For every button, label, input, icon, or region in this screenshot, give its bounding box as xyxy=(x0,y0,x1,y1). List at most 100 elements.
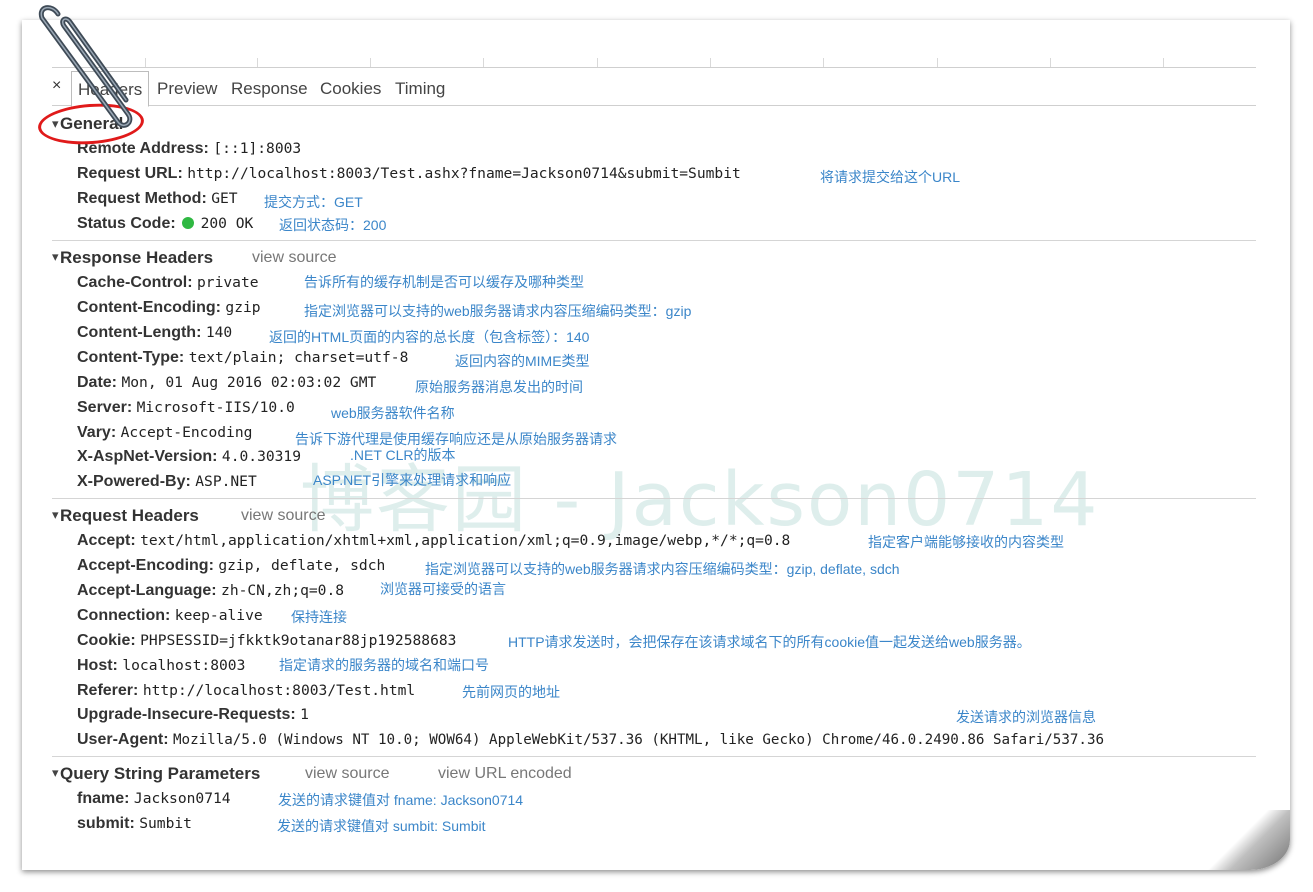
header-value: gzip, deflate, sdch xyxy=(218,557,386,574)
annotation-note: 保持连接 xyxy=(291,609,347,625)
header-value: Mon, 01 Aug 2016 02:03:02 GMT xyxy=(121,374,377,391)
header-key: Cookie: xyxy=(77,632,136,649)
annotation-note: 返回的HTML页面的内容的总长度（包含标签）：140 xyxy=(269,329,590,345)
header-value: gzip xyxy=(225,299,261,316)
tabs-top-border xyxy=(52,67,1256,68)
response-header-row: Content-Length: 140 xyxy=(77,324,232,342)
param-key: submit: xyxy=(77,815,135,832)
annotation-note: HTTP请求发送时，会把保存在该请求域名下的所有cookie值一起发送给web服… xyxy=(508,634,1031,650)
header-key: Status Code: xyxy=(77,215,176,232)
response-header-row: Server: Microsoft-IIS/10.0 xyxy=(77,399,295,417)
response-header-row: Cache-Control: private xyxy=(77,274,259,292)
paperclip-icon xyxy=(38,5,133,128)
response-header-row: X-Powered-By: ASP.NET xyxy=(77,473,257,491)
request-header-row: User-Agent: Mozilla/5.0 (Windows NT 10.0… xyxy=(77,731,1104,749)
header-value: PHPSESSID=jfkktk9otanar88jp192588683 xyxy=(140,632,457,649)
header-key: X-AspNet-Version: xyxy=(77,448,218,465)
annotation-note: 发送的请求键值对 fname: Jackson0714 xyxy=(278,792,524,808)
header-key: Request Method: xyxy=(77,190,207,207)
view-source-link[interactable]: view source xyxy=(241,507,325,525)
header-key: Date: xyxy=(77,374,118,391)
tab-preview[interactable]: Preview xyxy=(151,71,223,104)
section-response-headers-title[interactable]: Response Headers xyxy=(60,248,213,268)
response-header-row: Content-Type: text/plain; charset=utf-8 xyxy=(77,349,408,367)
request-header-row: Accept-Encoding: gzip, deflate, sdch xyxy=(77,557,385,575)
request-header-row: Upgrade-Insecure-Requests: 1 xyxy=(77,706,309,724)
header-key: X-Powered-By: xyxy=(77,473,191,490)
header-value: [::1]:8003 xyxy=(213,140,302,157)
annotation-note: 指定请求的服务器的域名和端口号 xyxy=(279,657,489,673)
status-ok-icon xyxy=(182,217,195,229)
header-key: Host: xyxy=(77,657,118,674)
request-header-row: Cookie: PHPSESSID=jfkktk9otanar88jp19258… xyxy=(77,632,456,650)
header-value: ASP.NET xyxy=(195,473,257,490)
response-header-row: Vary: Accept-Encoding xyxy=(77,424,252,442)
request-header-row: Accept: text/html,application/xhtml+xml,… xyxy=(77,532,790,550)
annotation-note: 先前网页的地址 xyxy=(462,684,560,700)
annotation-note: 原始服务器消息发出的时间 xyxy=(415,379,583,395)
page-curl xyxy=(1200,810,1290,870)
annotation-note: 告诉下游代理是使用缓存响应还是从原始服务器请求 xyxy=(295,431,617,447)
devtools-tabbar: × Headers Preview Response Cookies Timin… xyxy=(52,71,1256,107)
annotation-note: 指定浏览器可以支持的web服务器请求内容压缩编码类型：gzip, deflate… xyxy=(425,561,900,577)
timeline-ruler xyxy=(145,38,1255,68)
query-param-row: submit: Sumbit xyxy=(77,815,192,833)
section-request-headers-title[interactable]: Request Headers xyxy=(60,506,199,526)
response-header-row: X-AspNet-Version: 4.0.30319 xyxy=(77,448,301,466)
header-value: http://localhost:8003/Test.html xyxy=(142,682,416,699)
tab-response[interactable]: Response xyxy=(225,71,314,104)
header-key: Vary: xyxy=(77,424,117,441)
request-header-row: Accept-Language: zh-CN,zh;q=0.8 xyxy=(77,582,344,600)
annotation-note: 告诉所有的缓存机制是否可以缓存及哪种类型 xyxy=(304,274,584,290)
header-value: Microsoft-IIS/10.0 xyxy=(136,399,295,416)
header-key: Server: xyxy=(77,399,133,416)
header-value: text/html,application/xhtml+xml,applicat… xyxy=(140,532,791,549)
general-row-request-method: Request Method: GET xyxy=(77,190,238,208)
header-value: keep-alive xyxy=(174,607,263,624)
header-value: text/plain; charset=utf-8 xyxy=(188,349,409,366)
expand-arrow-icon[interactable]: ▾ xyxy=(52,507,59,523)
annotation-note: 将请求提交给这个URL xyxy=(820,169,961,185)
header-key: Connection: xyxy=(77,607,171,624)
expand-arrow-icon[interactable]: ▾ xyxy=(52,249,59,265)
header-key: Accept-Language: xyxy=(77,582,217,599)
annotation-note: .NET CLR的版本 xyxy=(350,447,456,463)
section-divider xyxy=(52,240,1256,241)
annotation-note: web服务器软件名称 xyxy=(331,405,455,421)
annotation-note: 指定浏览器可以支持的web服务器请求内容压缩编码类型：gzip xyxy=(304,303,692,319)
header-value: zh-CN,zh;q=0.8 xyxy=(221,582,345,599)
expand-arrow-icon[interactable]: ▾ xyxy=(52,765,59,781)
tab-timing[interactable]: Timing xyxy=(389,71,451,104)
header-value: 1 xyxy=(300,706,309,723)
section-query-string-title[interactable]: Query String Parameters xyxy=(60,764,260,784)
annotation-note: 返回内容的MIME类型 xyxy=(455,353,590,369)
header-key: User-Agent: xyxy=(77,731,169,748)
annotation-note: 发送请求的浏览器信息 xyxy=(956,709,1096,725)
header-key: Accept-Encoding: xyxy=(77,557,214,574)
header-key: Upgrade-Insecure-Requests: xyxy=(77,706,296,723)
header-value: http://localhost:8003/Test.ashx?fname=Ja… xyxy=(187,165,741,182)
general-row-remote-address: Remote Address: [::1]:8003 xyxy=(77,140,301,158)
response-header-row: Date: Mon, 01 Aug 2016 02:03:02 GMT xyxy=(77,374,376,392)
annotation-note: 浏览器可接受的语言 xyxy=(380,581,506,597)
header-key: Accept: xyxy=(77,532,136,549)
header-key: Content-Encoding: xyxy=(77,299,221,316)
header-key: Content-Type: xyxy=(77,349,185,366)
request-header-row: Referer: http://localhost:8003/Test.html xyxy=(77,682,415,700)
view-source-link[interactable]: view source xyxy=(252,249,336,267)
header-value: localhost:8003 xyxy=(122,657,246,674)
response-header-row: Content-Encoding: gzip xyxy=(77,299,261,317)
header-value: GET xyxy=(211,190,238,207)
annotation-note: ASP.NET引擎来处理请求和响应 xyxy=(313,472,512,488)
header-value: Accept-Encoding xyxy=(120,424,253,441)
query-param-row: fname: Jackson0714 xyxy=(77,790,231,808)
general-row-request-url: Request URL: http://localhost:8003/Test.… xyxy=(77,165,741,183)
view-url-encoded-link[interactable]: view URL encoded xyxy=(438,765,572,783)
request-header-row: Host: localhost:8003 xyxy=(77,657,245,675)
param-value: Jackson0714 xyxy=(133,790,231,807)
header-value: 4.0.30319 xyxy=(221,448,301,465)
tab-cookies[interactable]: Cookies xyxy=(314,71,387,104)
view-source-link[interactable]: view source xyxy=(305,765,389,783)
header-key: Request URL: xyxy=(77,165,183,182)
header-value: private xyxy=(197,274,259,291)
